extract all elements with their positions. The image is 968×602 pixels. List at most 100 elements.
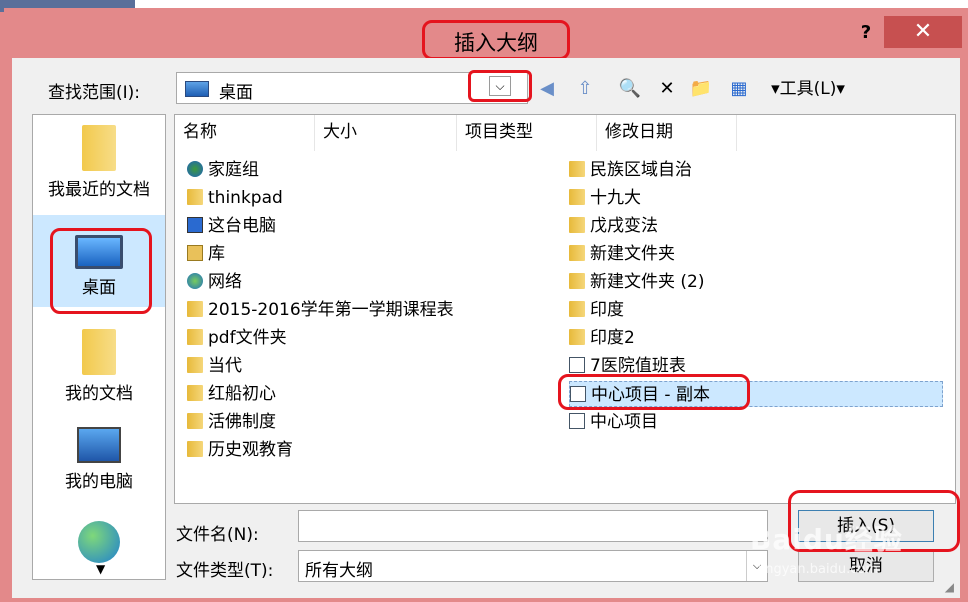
place-my-documents[interactable]: 我的文档	[33, 329, 165, 404]
list-item[interactable]: 十九大	[569, 185, 641, 211]
up-folder-icon[interactable]: ⇧	[568, 76, 602, 102]
list-item[interactable]: pdf文件夹	[187, 325, 287, 351]
list-item[interactable]: 中心项目	[569, 409, 658, 435]
help-button[interactable]: ?	[850, 20, 882, 46]
list-item[interactable]: 活佛制度	[187, 409, 276, 435]
file-name: 家庭组	[208, 160, 259, 180]
place-my-computer[interactable]: 我的电脑	[33, 427, 165, 492]
lib-icon	[187, 245, 203, 261]
insert-outline-dialog: 插入大纲 ? ✕ 查找范围(I): 桌面 ⌵ ◀ ⇧ 🔍 ✕ 📁 ▦ ▾工具(L…	[4, 8, 968, 602]
computer-icon	[77, 427, 121, 463]
folder-icon	[187, 329, 203, 345]
folder-icon	[569, 161, 585, 177]
baidu-watermark: Baidu经验	[750, 523, 903, 556]
list-item[interactable]: 2015-2016学年第一学期课程表	[187, 297, 454, 323]
file-name: 这台电脑	[208, 216, 276, 236]
filetype-value: 所有大纲	[305, 561, 373, 581]
folder-icon	[187, 385, 203, 401]
list-item[interactable]: 网络	[187, 269, 242, 295]
place-label: 我的电脑	[65, 472, 133, 492]
folder-icon	[569, 245, 585, 261]
list-item[interactable]: thinkpad	[187, 185, 283, 211]
globe-icon	[78, 521, 120, 563]
folder-icon	[187, 441, 203, 457]
file-name: 7医院值班表	[590, 356, 686, 376]
file-name: 历史观教育	[208, 440, 293, 460]
folder-icon	[569, 217, 585, 233]
folder-icon	[187, 301, 203, 317]
list-item[interactable]: 印度2	[569, 325, 635, 351]
desktop-highlight	[50, 228, 152, 314]
search-web-icon[interactable]: 🔍	[616, 76, 644, 102]
selected-file-highlight	[558, 374, 750, 410]
place-recent-documents[interactable]: 我最近的文档	[33, 125, 165, 200]
homegroup-icon	[187, 161, 203, 177]
file-list[interactable]: 名称 大小 项目类型 修改日期 家庭组 thinkpad 这台电脑库网络 2015-2…	[174, 114, 956, 504]
column-header-type[interactable]: 项目类型	[457, 115, 597, 151]
folder-icon	[187, 189, 203, 205]
file-name: 网络	[208, 272, 242, 292]
file-name: 戊戌变法	[590, 216, 658, 236]
folder-icon	[187, 357, 203, 373]
file-name: 民族区域自治	[590, 160, 692, 180]
folder-icon	[569, 189, 585, 205]
list-item[interactable]: 历史观教育	[187, 437, 293, 463]
filetype-label: 文件类型(T):	[176, 561, 274, 581]
lookin-label: 查找范围(I):	[48, 83, 141, 103]
views-icon[interactable]: ▦	[724, 76, 754, 102]
folder-icon	[82, 125, 116, 171]
column-header-modified[interactable]: 修改日期	[597, 115, 737, 151]
file-name: 新建文件夹 (2)	[590, 272, 705, 292]
list-item[interactable]: 新建文件夹 (2)	[569, 269, 704, 295]
filename-input[interactable]	[298, 510, 768, 542]
close-button[interactable]: ✕	[884, 16, 962, 48]
list-item[interactable]: 当代	[187, 353, 242, 379]
list-item[interactable]: 新建文件夹	[569, 241, 675, 267]
file-name: 当代	[208, 356, 242, 376]
back-icon[interactable]: ◀	[534, 76, 560, 102]
folder-icon	[82, 329, 116, 375]
list-item[interactable]: 民族区域自治	[569, 157, 692, 183]
desktop-icon	[185, 81, 209, 97]
places-bar: 我最近的文档 桌面 我的文档 我的电脑	[32, 114, 166, 580]
delete-icon[interactable]: ✕	[654, 76, 680, 102]
resize-grip-icon[interactable]: ◢	[945, 580, 954, 594]
list-item[interactable]: 库	[187, 241, 225, 267]
filetype-combobox[interactable]: 所有大纲 ⌵	[298, 550, 768, 582]
file-name: 红船初心	[208, 384, 276, 404]
file-name: pdf文件夹	[208, 328, 287, 348]
new-folder-icon[interactable]: 📁	[686, 76, 716, 102]
column-header-name[interactable]: 名称	[175, 115, 315, 151]
list-item[interactable]: 红船初心	[187, 381, 276, 407]
pc-icon	[187, 217, 203, 233]
file-name: 中心项目	[590, 412, 658, 432]
title-bar[interactable]: 插入大纲 ? ✕	[4, 8, 968, 60]
list-item[interactable]: 这台电脑	[187, 213, 276, 239]
list-item[interactable]: 戊戌变法	[569, 213, 658, 239]
file-name: 2015-2016学年第一学期课程表	[208, 300, 454, 320]
dialog-title: 插入大纲	[422, 20, 570, 60]
folder-icon	[187, 413, 203, 429]
place-label: 我最近的文档	[48, 180, 150, 200]
lookin-value: 桌面	[219, 83, 253, 103]
tools-menu[interactable]: ▾工具(L)▾	[760, 76, 856, 102]
places-scroll-down-icon[interactable]: ▼	[96, 562, 105, 576]
list-item[interactable]: 印度	[569, 297, 624, 323]
file-name: 新建文件夹	[590, 244, 675, 264]
folder-icon	[569, 273, 585, 289]
list-item[interactable]: 家庭组	[187, 157, 259, 183]
doc-icon	[569, 413, 585, 429]
filename-label: 文件名(N):	[176, 525, 259, 545]
chevron-down-icon[interactable]: ⌵	[489, 76, 511, 96]
folder-icon	[569, 329, 585, 345]
file-name: 库	[208, 244, 225, 264]
column-header-size[interactable]: 大小	[315, 115, 457, 151]
file-name: thinkpad	[208, 188, 283, 208]
file-name: 活佛制度	[208, 412, 276, 432]
folder-icon	[569, 301, 585, 317]
lookin-dropdown-highlight[interactable]: ⌵	[468, 70, 532, 102]
place-network[interactable]	[33, 521, 165, 567]
baidu-watermark-url: jingyan.baidu.com	[758, 562, 878, 577]
net-icon	[187, 273, 203, 289]
doc-icon	[569, 357, 585, 373]
